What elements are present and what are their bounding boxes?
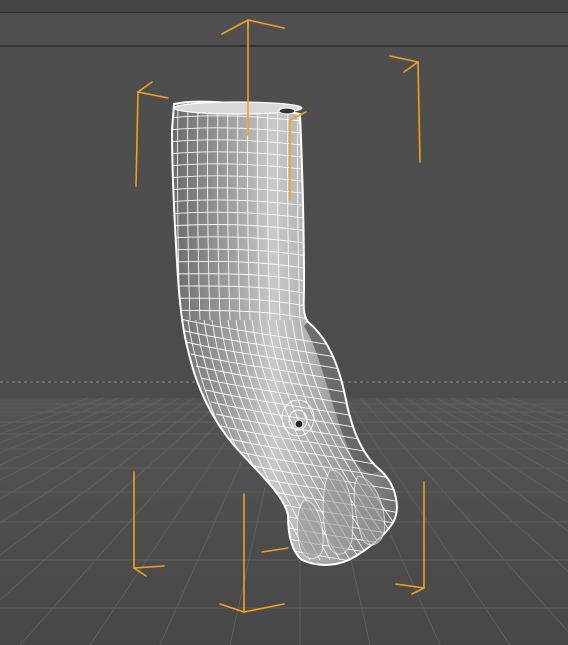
cap-socket: [278, 107, 296, 115]
viewport-canvas[interactable]: [0, 0, 568, 645]
3d-viewport[interactable]: [0, 0, 568, 645]
bracket-top-right-tick: [403, 61, 419, 73]
bracket-top: [221, 19, 285, 35]
bracket-top-left-tick: [137, 81, 153, 93]
bracket-top-left: [135, 91, 169, 187]
